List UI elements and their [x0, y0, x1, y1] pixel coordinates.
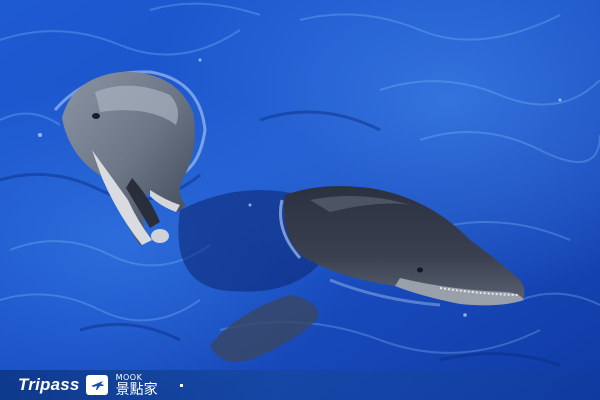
watermark-bar: Tripass MOOK 景點家	[0, 370, 600, 400]
mook-logo-big: 景點家	[115, 381, 158, 398]
photo-scene: Tripass MOOK 景點家	[0, 0, 600, 400]
airplane-icon	[85, 375, 108, 395]
tripass-logo: Tripass	[18, 375, 80, 394]
watermark-dot	[179, 383, 183, 387]
mook-logo: MOOK 景點家	[115, 372, 158, 398]
mook-logo-small: MOOK	[115, 372, 143, 382]
water-and-dolphins	[0, 0, 600, 400]
